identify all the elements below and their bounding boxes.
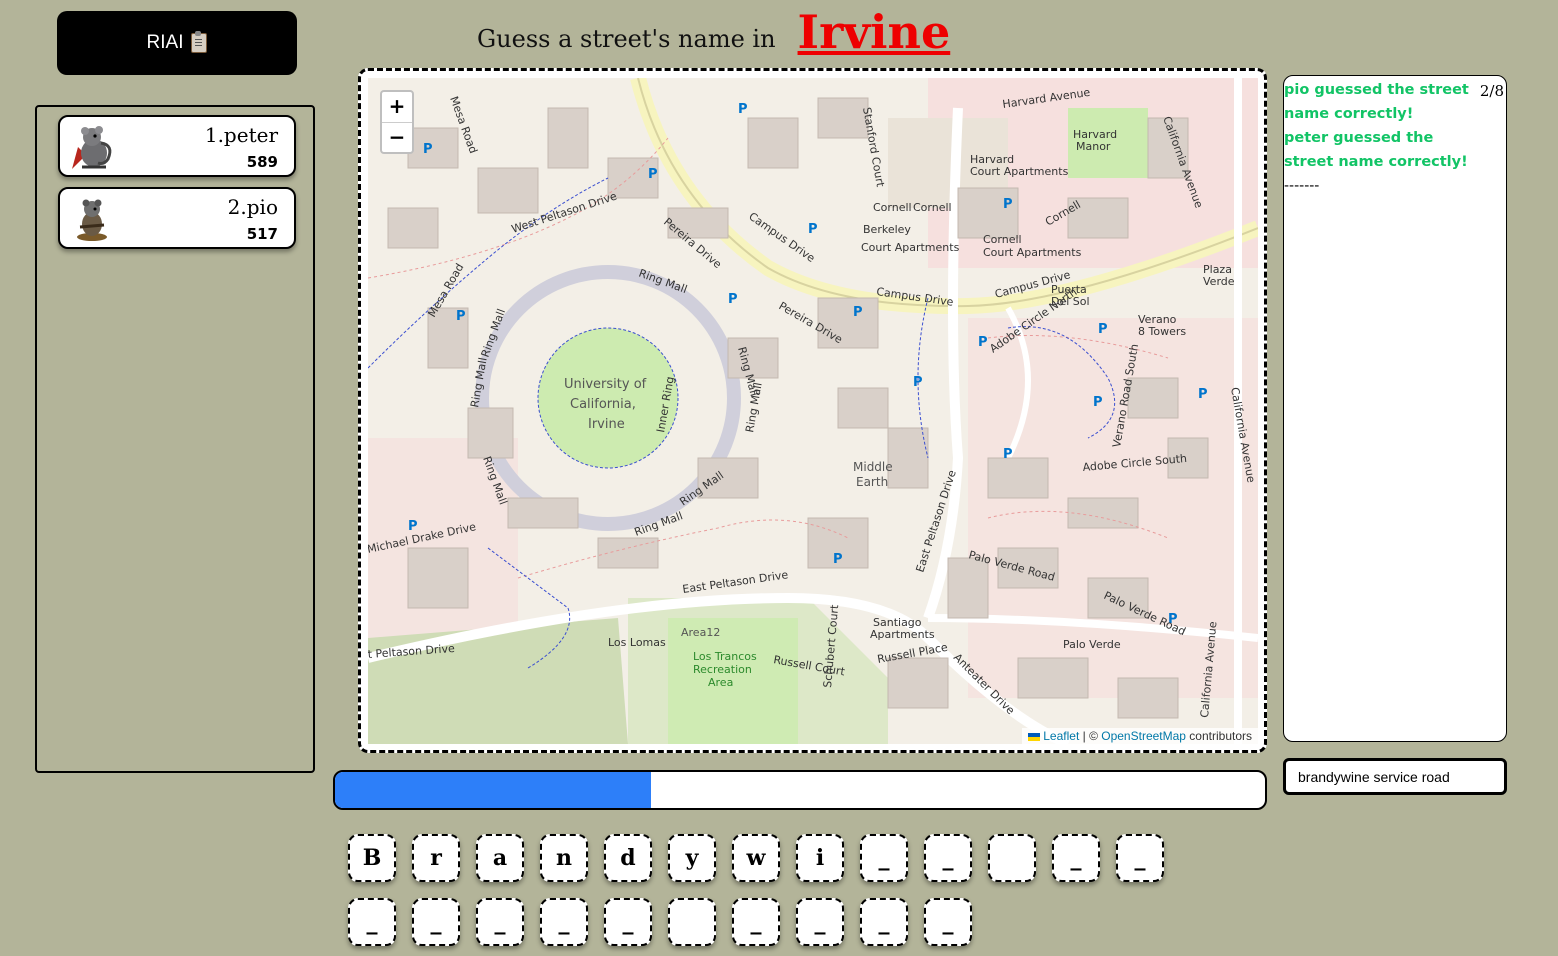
- svg-text:P: P: [1198, 387, 1208, 402]
- svg-text:Cornell: Cornell: [983, 233, 1022, 246]
- letter-tile: _: [1052, 834, 1100, 882]
- svg-text:Earth: Earth: [856, 475, 888, 489]
- svg-text:P: P: [1003, 447, 1013, 462]
- progress-fill: [335, 772, 652, 808]
- svg-text:Palo Verde: Palo Verde: [1063, 638, 1121, 651]
- svg-text:P: P: [808, 222, 818, 237]
- logo-label: RIAI: [146, 32, 184, 53]
- rat-avatar-icon: [72, 126, 112, 169]
- osm-link[interactable]: OpenStreetMap: [1101, 729, 1186, 743]
- players-panel: 1.peter 589 2.pio 517: [35, 105, 315, 773]
- svg-text:Court Apartments: Court Apartments: [861, 241, 960, 254]
- page-title: Guess a street's name in Irvine: [477, 0, 1037, 70]
- svg-text:P: P: [913, 375, 923, 390]
- letter-tile: _: [476, 898, 524, 946]
- street-map[interactable]: PPP PPP PPP PPP PPP PP University of Cal…: [368, 78, 1258, 744]
- chat-messages: pio guessed the street name correctly! p…: [1284, 78, 1474, 198]
- player-score: 517: [246, 225, 278, 243]
- letter-tile: _: [796, 898, 844, 946]
- svg-text:Irvine: Irvine: [588, 417, 625, 432]
- zoom-in-button[interactable]: +: [382, 92, 412, 123]
- letter-tile: _: [924, 834, 972, 882]
- svg-text:Middle: Middle: [853, 460, 893, 474]
- svg-text:P: P: [978, 335, 988, 350]
- svg-text:Manor: Manor: [1076, 140, 1111, 153]
- zoom-out-button[interactable]: −: [382, 123, 412, 153]
- svg-text:P: P: [456, 309, 466, 324]
- letter-tile: d: [604, 834, 652, 882]
- letter-tile: _: [732, 898, 780, 946]
- map-frame: PPP PPP PPP PPP PPP PP University of Cal…: [358, 68, 1267, 753]
- letter-tile: _: [540, 898, 588, 946]
- chat-message: pio guessed the street name correctly!: [1284, 82, 1469, 122]
- svg-text:P: P: [1093, 395, 1103, 410]
- letter-tile: _: [860, 834, 908, 882]
- letter-tile: B: [348, 834, 396, 882]
- svg-text:Court Apartments: Court Apartments: [970, 165, 1069, 178]
- letter-tile: r: [412, 834, 460, 882]
- chat-message: peter guessed the street name correctly!: [1284, 130, 1468, 170]
- letter-tile: [668, 898, 716, 946]
- svg-text:California,: California,: [570, 397, 636, 412]
- letter-tile: _: [860, 898, 908, 946]
- map-tiles: PPP PPP PPP PPP PPP PP University of Cal…: [368, 78, 1258, 744]
- svg-text:Area: Area: [708, 676, 733, 689]
- svg-text:P: P: [728, 292, 738, 307]
- chat-panel: pio guessed the street name correctly! p…: [1283, 75, 1507, 742]
- svg-text:Recreation: Recreation: [693, 663, 752, 676]
- letter-tile: _: [412, 898, 460, 946]
- svg-text:Verde: Verde: [1203, 275, 1235, 288]
- letter-tile: [988, 834, 1036, 882]
- svg-text:P: P: [1003, 197, 1013, 212]
- svg-text:P: P: [738, 102, 748, 117]
- svg-text:P: P: [853, 305, 863, 320]
- svg-text:University of: University of: [564, 377, 647, 392]
- letter-tile: w: [732, 834, 780, 882]
- player-score: 589: [246, 153, 278, 171]
- letter-tile: _: [1116, 834, 1164, 882]
- svg-text:Court Apartments: Court Apartments: [983, 246, 1082, 259]
- clipboard-icon: [191, 31, 208, 53]
- svg-text:Cornell: Cornell: [913, 201, 952, 214]
- letter-tile: _: [924, 898, 972, 946]
- chat-separator: -------: [1284, 178, 1320, 194]
- player-name: 2.pio: [227, 195, 278, 219]
- rat-avatar-icon: [77, 199, 107, 241]
- svg-text:P: P: [1098, 322, 1108, 337]
- letter-tile: n: [540, 834, 588, 882]
- riai-logo-button[interactable]: RIAI: [57, 11, 297, 75]
- svg-text:8 Towers: 8 Towers: [1138, 325, 1186, 338]
- attribution-tail: contributors: [1185, 729, 1252, 743]
- title-lead: Guess a street's name in: [477, 25, 776, 53]
- ukraine-flag-icon: [1028, 732, 1041, 741]
- svg-text:Area12: Area12: [681, 626, 720, 639]
- svg-text:Apartments: Apartments: [870, 628, 935, 641]
- svg-text:Los Lomas: Los Lomas: [608, 636, 666, 649]
- player-card: 1.peter 589: [58, 115, 296, 177]
- attribution-separator: | ©: [1079, 729, 1102, 743]
- letter-tile: a: [476, 834, 524, 882]
- leaflet-link[interactable]: Leaflet: [1043, 729, 1079, 743]
- svg-text:P: P: [833, 552, 843, 567]
- guess-input[interactable]: [1283, 758, 1507, 795]
- map-attribution: Leaflet | © OpenStreetMap contributors: [1022, 728, 1258, 744]
- svg-text:Los Trancos: Los Trancos: [693, 650, 757, 663]
- city-name: Irvine: [797, 5, 951, 59]
- svg-text:Cornell: Cornell: [873, 201, 912, 214]
- svg-text:P: P: [648, 167, 658, 182]
- player-card: 2.pio 517: [58, 187, 296, 249]
- timer-progress-bar: [333, 770, 1267, 810]
- svg-text:Berkeley: Berkeley: [863, 223, 911, 236]
- letter-tile: i: [796, 834, 844, 882]
- svg-text:P: P: [423, 142, 433, 157]
- letter-tile: _: [348, 898, 396, 946]
- letter-tile: _: [604, 898, 652, 946]
- player-name: 1.peter: [204, 123, 278, 147]
- zoom-control: + −: [380, 90, 414, 154]
- round-counter: 2/8: [1479, 82, 1504, 100]
- letter-tile: y: [668, 834, 716, 882]
- svg-text:Del Sol: Del Sol: [1051, 295, 1090, 308]
